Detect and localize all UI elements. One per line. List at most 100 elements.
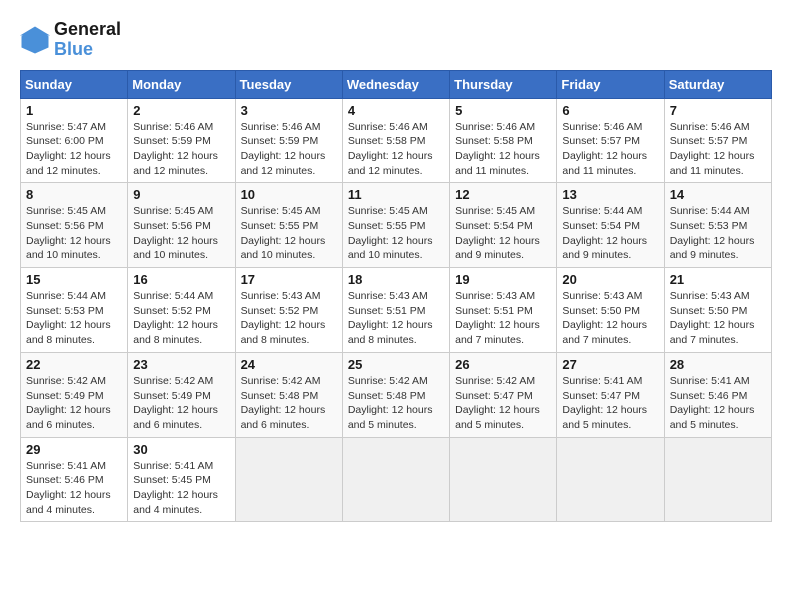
calendar-cell: 3 Sunrise: 5:46 AM Sunset: 5:59 PM Dayli… [235, 98, 342, 183]
day-info: Sunrise: 5:45 AM Sunset: 5:55 PM Dayligh… [348, 204, 444, 263]
day-number: 20 [562, 272, 658, 287]
column-header-tuesday: Tuesday [235, 70, 342, 98]
day-number: 8 [26, 187, 122, 202]
calendar-cell: 20 Sunrise: 5:43 AM Sunset: 5:50 PM Dayl… [557, 268, 664, 353]
day-info: Sunrise: 5:46 AM Sunset: 5:59 PM Dayligh… [133, 120, 229, 179]
calendar-cell: 12 Sunrise: 5:45 AM Sunset: 5:54 PM Dayl… [450, 183, 557, 268]
calendar-cell: 23 Sunrise: 5:42 AM Sunset: 5:49 PM Dayl… [128, 352, 235, 437]
day-number: 19 [455, 272, 551, 287]
calendar-cell: 7 Sunrise: 5:46 AM Sunset: 5:57 PM Dayli… [664, 98, 771, 183]
calendar-week-1: 1 Sunrise: 5:47 AM Sunset: 6:00 PM Dayli… [21, 98, 772, 183]
column-header-sunday: Sunday [21, 70, 128, 98]
calendar-table: SundayMondayTuesdayWednesdayThursdayFrid… [20, 70, 772, 523]
day-info: Sunrise: 5:43 AM Sunset: 5:50 PM Dayligh… [562, 289, 658, 348]
day-number: 11 [348, 187, 444, 202]
day-number: 24 [241, 357, 337, 372]
day-number: 6 [562, 103, 658, 118]
day-info: Sunrise: 5:43 AM Sunset: 5:50 PM Dayligh… [670, 289, 766, 348]
day-info: Sunrise: 5:42 AM Sunset: 5:47 PM Dayligh… [455, 374, 551, 433]
calendar-cell [450, 437, 557, 522]
day-info: Sunrise: 5:46 AM Sunset: 5:59 PM Dayligh… [241, 120, 337, 179]
day-info: Sunrise: 5:45 AM Sunset: 5:54 PM Dayligh… [455, 204, 551, 263]
day-info: Sunrise: 5:47 AM Sunset: 6:00 PM Dayligh… [26, 120, 122, 179]
day-number: 15 [26, 272, 122, 287]
day-number: 1 [26, 103, 122, 118]
day-number: 5 [455, 103, 551, 118]
calendar-cell: 5 Sunrise: 5:46 AM Sunset: 5:58 PM Dayli… [450, 98, 557, 183]
day-info: Sunrise: 5:46 AM Sunset: 5:57 PM Dayligh… [562, 120, 658, 179]
column-header-wednesday: Wednesday [342, 70, 449, 98]
day-number: 17 [241, 272, 337, 287]
calendar-cell: 17 Sunrise: 5:43 AM Sunset: 5:52 PM Dayl… [235, 268, 342, 353]
day-info: Sunrise: 5:41 AM Sunset: 5:46 PM Dayligh… [26, 459, 122, 518]
day-info: Sunrise: 5:45 AM Sunset: 5:55 PM Dayligh… [241, 204, 337, 263]
day-info: Sunrise: 5:46 AM Sunset: 5:57 PM Dayligh… [670, 120, 766, 179]
logo-icon [20, 25, 50, 55]
day-number: 2 [133, 103, 229, 118]
day-info: Sunrise: 5:42 AM Sunset: 5:48 PM Dayligh… [348, 374, 444, 433]
day-number: 7 [670, 103, 766, 118]
day-info: Sunrise: 5:45 AM Sunset: 5:56 PM Dayligh… [26, 204, 122, 263]
day-number: 26 [455, 357, 551, 372]
calendar-cell: 14 Sunrise: 5:44 AM Sunset: 5:53 PM Dayl… [664, 183, 771, 268]
day-info: Sunrise: 5:44 AM Sunset: 5:52 PM Dayligh… [133, 289, 229, 348]
day-info: Sunrise: 5:46 AM Sunset: 5:58 PM Dayligh… [348, 120, 444, 179]
day-number: 10 [241, 187, 337, 202]
calendar-cell: 30 Sunrise: 5:41 AM Sunset: 5:45 PM Dayl… [128, 437, 235, 522]
column-header-thursday: Thursday [450, 70, 557, 98]
day-info: Sunrise: 5:41 AM Sunset: 5:47 PM Dayligh… [562, 374, 658, 433]
calendar-cell: 13 Sunrise: 5:44 AM Sunset: 5:54 PM Dayl… [557, 183, 664, 268]
calendar-week-4: 22 Sunrise: 5:42 AM Sunset: 5:49 PM Dayl… [21, 352, 772, 437]
calendar-cell: 16 Sunrise: 5:44 AM Sunset: 5:52 PM Dayl… [128, 268, 235, 353]
calendar-cell: 27 Sunrise: 5:41 AM Sunset: 5:47 PM Dayl… [557, 352, 664, 437]
day-number: 3 [241, 103, 337, 118]
day-info: Sunrise: 5:46 AM Sunset: 5:58 PM Dayligh… [455, 120, 551, 179]
calendar-cell: 21 Sunrise: 5:43 AM Sunset: 5:50 PM Dayl… [664, 268, 771, 353]
calendar-cell [235, 437, 342, 522]
calendar-cell: 4 Sunrise: 5:46 AM Sunset: 5:58 PM Dayli… [342, 98, 449, 183]
day-info: Sunrise: 5:44 AM Sunset: 5:53 PM Dayligh… [26, 289, 122, 348]
day-info: Sunrise: 5:42 AM Sunset: 5:49 PM Dayligh… [133, 374, 229, 433]
day-info: Sunrise: 5:43 AM Sunset: 5:51 PM Dayligh… [348, 289, 444, 348]
day-number: 13 [562, 187, 658, 202]
calendar-cell: 22 Sunrise: 5:42 AM Sunset: 5:49 PM Dayl… [21, 352, 128, 437]
day-info: Sunrise: 5:41 AM Sunset: 5:45 PM Dayligh… [133, 459, 229, 518]
day-info: Sunrise: 5:42 AM Sunset: 5:48 PM Dayligh… [241, 374, 337, 433]
logo-text: General Blue [54, 20, 121, 60]
day-number: 14 [670, 187, 766, 202]
calendar-cell: 9 Sunrise: 5:45 AM Sunset: 5:56 PM Dayli… [128, 183, 235, 268]
day-number: 22 [26, 357, 122, 372]
day-info: Sunrise: 5:44 AM Sunset: 5:54 PM Dayligh… [562, 204, 658, 263]
column-header-monday: Monday [128, 70, 235, 98]
calendar-cell: 29 Sunrise: 5:41 AM Sunset: 5:46 PM Dayl… [21, 437, 128, 522]
day-info: Sunrise: 5:44 AM Sunset: 5:53 PM Dayligh… [670, 204, 766, 263]
day-number: 28 [670, 357, 766, 372]
day-number: 12 [455, 187, 551, 202]
calendar-cell [557, 437, 664, 522]
calendar-week-3: 15 Sunrise: 5:44 AM Sunset: 5:53 PM Dayl… [21, 268, 772, 353]
day-number: 23 [133, 357, 229, 372]
calendar-cell [664, 437, 771, 522]
day-number: 25 [348, 357, 444, 372]
calendar-week-2: 8 Sunrise: 5:45 AM Sunset: 5:56 PM Dayli… [21, 183, 772, 268]
calendar-cell: 15 Sunrise: 5:44 AM Sunset: 5:53 PM Dayl… [21, 268, 128, 353]
calendar-cell: 26 Sunrise: 5:42 AM Sunset: 5:47 PM Dayl… [450, 352, 557, 437]
calendar-cell: 6 Sunrise: 5:46 AM Sunset: 5:57 PM Dayli… [557, 98, 664, 183]
day-number: 29 [26, 442, 122, 457]
column-header-saturday: Saturday [664, 70, 771, 98]
calendar-cell: 10 Sunrise: 5:45 AM Sunset: 5:55 PM Dayl… [235, 183, 342, 268]
column-header-friday: Friday [557, 70, 664, 98]
day-number: 4 [348, 103, 444, 118]
day-info: Sunrise: 5:43 AM Sunset: 5:52 PM Dayligh… [241, 289, 337, 348]
calendar-cell: 25 Sunrise: 5:42 AM Sunset: 5:48 PM Dayl… [342, 352, 449, 437]
calendar-cell: 1 Sunrise: 5:47 AM Sunset: 6:00 PM Dayli… [21, 98, 128, 183]
calendar-cell: 8 Sunrise: 5:45 AM Sunset: 5:56 PM Dayli… [21, 183, 128, 268]
day-number: 16 [133, 272, 229, 287]
calendar-cell [342, 437, 449, 522]
day-info: Sunrise: 5:43 AM Sunset: 5:51 PM Dayligh… [455, 289, 551, 348]
logo: General Blue [20, 20, 121, 60]
day-info: Sunrise: 5:42 AM Sunset: 5:49 PM Dayligh… [26, 374, 122, 433]
calendar-cell: 18 Sunrise: 5:43 AM Sunset: 5:51 PM Dayl… [342, 268, 449, 353]
calendar-cell: 24 Sunrise: 5:42 AM Sunset: 5:48 PM Dayl… [235, 352, 342, 437]
day-info: Sunrise: 5:41 AM Sunset: 5:46 PM Dayligh… [670, 374, 766, 433]
